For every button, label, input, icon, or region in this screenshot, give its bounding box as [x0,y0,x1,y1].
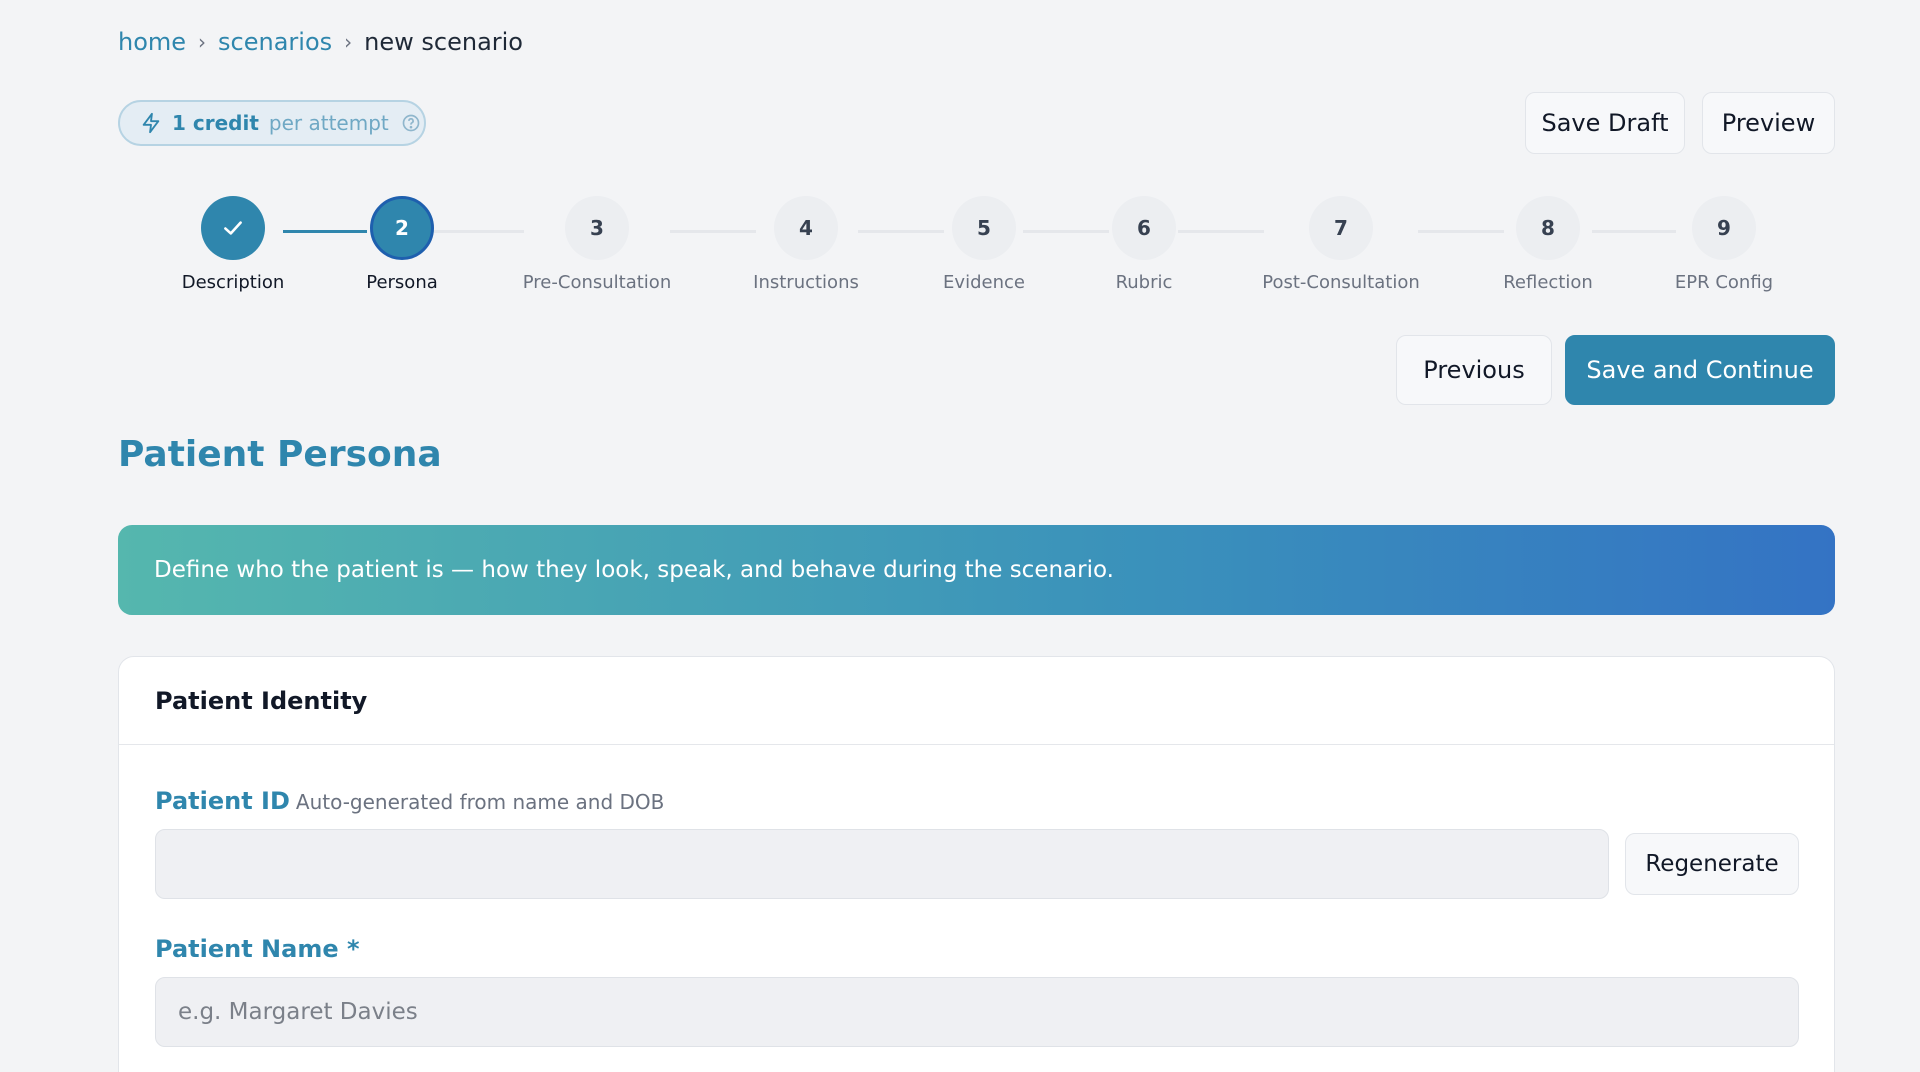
save-and-continue-button[interactable]: Save and Continue [1565,335,1835,405]
step-label: Post-Consultation [1262,272,1420,293]
stepper-connector [283,230,367,233]
stepper-connector [434,230,524,233]
stepper-connector [1592,230,1676,233]
step-label: EPR Config [1674,272,1774,293]
patient-id-label: Patient ID Auto-generated from name and D… [155,787,664,815]
step-label: Persona [366,272,438,293]
breadcrumb-current: new scenario [364,28,523,56]
patient-name-label: Patient Name * [155,935,360,963]
step-6-rubric[interactable]: 6 [1112,196,1176,260]
bolt-icon [142,112,160,134]
regenerate-button[interactable]: Regenerate [1625,833,1799,895]
patient-id-label-text: Patient ID [155,787,290,815]
step-label: Rubric [1115,272,1173,293]
breadcrumb-separator: › [198,30,207,54]
scenario-editor-page: home › scenarios › new scenario 1 credit… [0,0,1920,1072]
previous-button[interactable]: Previous [1396,335,1552,405]
stepper-connector [1178,230,1264,233]
preview-button[interactable]: Preview [1702,92,1835,154]
step-label: Instructions [753,272,859,293]
check-icon [224,221,242,235]
stepper-connector [1023,230,1109,233]
credit-amount: 1 credit [172,111,259,135]
stepper-connector [670,230,756,233]
step-label: Description [181,272,285,293]
step-4-instructions[interactable]: 4 [774,196,838,260]
stepper-connector [1418,230,1504,233]
patient-id-hint: Auto-generated from name and DOB [295,790,665,814]
patient-identity-card: Patient Identity Patient ID Auto-generate… [118,656,1835,1072]
stepper-connector [858,230,944,233]
credit-cost-badge: 1 credit per attempt [118,100,426,146]
credit-suffix: per attempt [268,111,389,135]
help-circle-icon[interactable] [401,113,421,133]
page-title: Patient Persona [118,434,442,475]
wizard-stepper: Description 2 Persona 3 Pre-Consultation… [0,196,1920,296]
step-8-reflection[interactable]: 8 [1516,196,1580,260]
step-9-epr-config[interactable]: 9 [1692,196,1756,260]
step-label: Reflection [1503,272,1593,293]
step-label: Evidence [943,272,1025,293]
breadcrumb: home › scenarios › new scenario [118,28,523,56]
step-label: Pre-Consultation [522,272,672,293]
breadcrumb-separator: › [344,30,353,54]
info-banner-text: Define who the patient is — how they loo… [154,557,1114,583]
info-banner: Define who the patient is — how they loo… [118,525,1835,615]
step-5-evidence[interactable]: 5 [952,196,1016,260]
card-title: Patient Identity [119,657,1834,745]
breadcrumb-home-link[interactable]: home [118,28,186,56]
step-2-persona[interactable]: 2 [370,196,434,260]
patient-id-field[interactable] [155,829,1609,899]
step-3-pre-consultation[interactable]: 3 [565,196,629,260]
patient-name-field[interactable] [155,977,1799,1047]
breadcrumb-scenarios-link[interactable]: scenarios [218,28,332,56]
save-draft-button[interactable]: Save Draft [1525,92,1685,154]
step-7-post-consultation[interactable]: 7 [1309,196,1373,260]
step-1-description[interactable] [201,196,265,260]
